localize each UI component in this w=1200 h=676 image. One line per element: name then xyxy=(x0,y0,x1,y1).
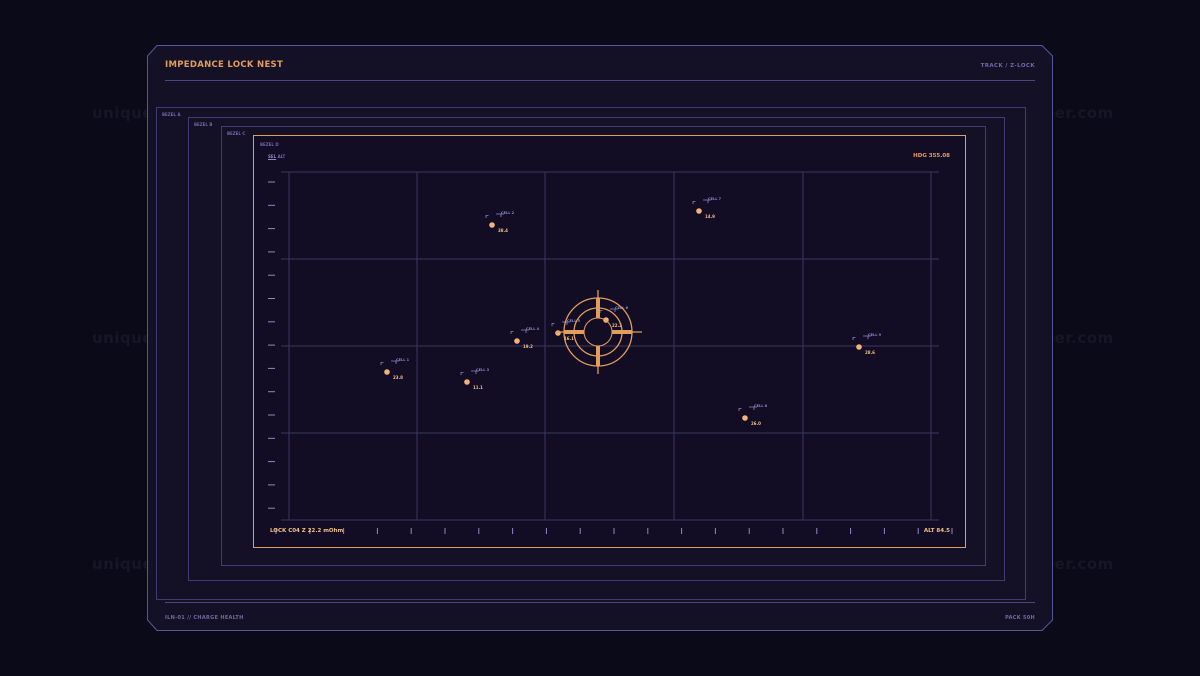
cell-id: CELL 4 xyxy=(526,327,540,331)
cell-id: CELL 1 xyxy=(396,358,410,362)
cell-marker xyxy=(514,338,520,344)
header-divider xyxy=(165,80,1035,81)
cell-marker xyxy=(696,208,702,214)
cell-value: 19.2 xyxy=(523,344,533,349)
lock-readout: LOCK C04 Z 22.2 mOhm xyxy=(270,528,344,534)
heading-readout: HDG 355.08 xyxy=(913,153,950,159)
bezel-label: BEZEL C xyxy=(227,131,246,136)
mode-selector[interactable]: SEL ALT xyxy=(268,154,285,159)
cell-value: 26.0 xyxy=(751,421,761,426)
cell-marker xyxy=(384,369,390,375)
cell-id: CELL 8 xyxy=(754,404,768,408)
cell-marker xyxy=(555,330,561,336)
mode-alt: ALT xyxy=(277,154,286,159)
cell-value: 28.6 xyxy=(865,350,875,355)
cell-id: CELL 7 xyxy=(708,197,722,201)
cell-id: CELL 3 xyxy=(476,368,490,372)
reticle-bar xyxy=(596,298,600,318)
cell-marker xyxy=(856,344,862,350)
cell-id: CELL 9 xyxy=(868,333,882,337)
track-label: TRACK / Z-LOCK xyxy=(980,63,1035,69)
cell-marker xyxy=(489,222,495,228)
bezel-label: BEZEL D xyxy=(260,142,279,147)
page-title: IMPEDANCE LOCK NEST xyxy=(165,60,284,70)
target-plot: CELL 1 23.8 CELL 2 38.4 CELL 3 11.1 CELL 4 19.2… xyxy=(268,171,953,534)
cell-value: 11.1 xyxy=(473,385,483,390)
cell-marker xyxy=(464,379,470,385)
cell-value: 14.9 xyxy=(705,214,715,219)
cell-value: 23.8 xyxy=(393,375,403,380)
cell-value: 38.4 xyxy=(498,228,508,233)
footer-divider xyxy=(165,602,1035,603)
reticle-bar xyxy=(612,330,632,334)
cell-id: CELL 5 xyxy=(567,319,581,323)
cell-marker xyxy=(742,415,748,421)
reticle-core-ring xyxy=(583,317,613,347)
footer-left-label: ILN-01 // CHARGE HEALTH xyxy=(165,615,244,621)
mode-selected: SEL xyxy=(268,154,277,159)
bezel-label: BEZEL B xyxy=(194,122,213,127)
footer-right-label: PACK 50H xyxy=(1005,615,1035,621)
bezel-label: BEZEL A xyxy=(162,112,181,117)
target-screen: CELL 1 23.8 CELL 2 38.4 CELL 3 11.1 CELL 4 19.2… xyxy=(253,135,966,548)
reticle-bar xyxy=(596,346,600,366)
cell-id: CELL 2 xyxy=(501,211,515,215)
reticle-bar xyxy=(564,330,584,334)
altitude-readout: ALT 84.5 xyxy=(923,528,950,534)
